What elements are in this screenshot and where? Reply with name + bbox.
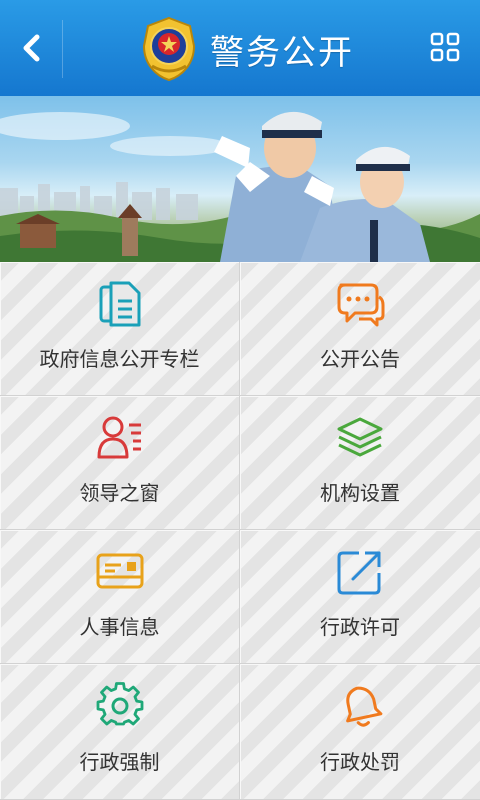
grid-item-organization[interactable]: 机构设置 [240, 396, 480, 530]
grid-menu-icon[interactable] [430, 32, 460, 62]
leader-list-icon [97, 416, 141, 459]
grid-item-admin-enforcement[interactable]: 行政强制 [0, 664, 240, 800]
gear-icon [96, 682, 143, 726]
grid-item-label: 行政许可 [320, 615, 400, 639]
external-link-icon [337, 551, 381, 595]
grid-item-label: 政府信息公开专栏 [39, 347, 200, 371]
banner-image [0, 96, 480, 262]
grid-item-admin-permit[interactable]: 行政许可 [240, 530, 480, 664]
header-title-group: 警务公开 [138, 14, 354, 84]
police-emblem-icon [142, 16, 196, 82]
app-header: 警务公开 [0, 0, 480, 96]
grid-item-admin-penalty[interactable]: 行政处罚 [240, 664, 480, 800]
service-grid: 政府信息公开专栏 公开公告 领导之窗 机构设置 人事信息 行政许可 行政强制 行… [0, 262, 480, 800]
documents-icon [99, 281, 140, 327]
id-card-icon [96, 553, 143, 589]
grid-item-label: 人事信息 [79, 615, 160, 639]
city-police-illustration [0, 111, 480, 262]
grid-item-personnel[interactable]: 人事信息 [0, 530, 240, 664]
grid-item-label: 机构设置 [320, 481, 400, 505]
back-button[interactable] [0, 0, 62, 96]
header-divider [62, 20, 63, 78]
grid-item-announcements[interactable]: 公开公告 [240, 262, 480, 396]
grid-item-label: 领导之窗 [79, 481, 160, 505]
grid-item-label: 公开公告 [320, 347, 400, 371]
grid-item-label: 行政处罚 [320, 750, 400, 774]
page-title: 警务公开 [210, 32, 354, 73]
grid-item-gov-info[interactable]: 政府信息公开专栏 [0, 262, 240, 396]
bell-icon [346, 686, 383, 727]
chevron-left-icon [23, 34, 40, 62]
grid-item-leader-window[interactable]: 领导之窗 [0, 396, 240, 530]
grid-item-label: 行政强制 [79, 750, 160, 774]
chat-bubbles-icon [337, 283, 385, 327]
layers-icon [337, 417, 383, 457]
